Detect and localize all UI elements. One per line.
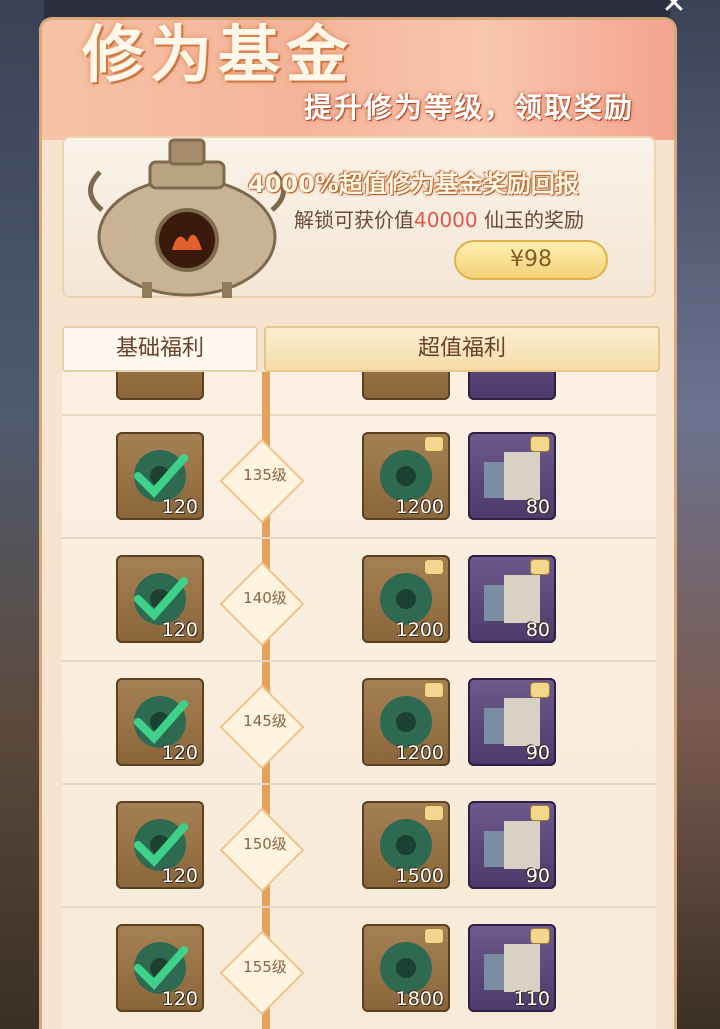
level-label: 155级 <box>243 958 287 976</box>
item-count: 90 <box>525 865 550 887</box>
item-count: 120 <box>161 988 198 1010</box>
lock-icon <box>530 928 550 944</box>
lock-icon <box>424 928 444 944</box>
premium-reward-slot[interactable]: 1200 <box>362 555 450 643</box>
checkmark-icon <box>134 700 188 744</box>
premium-reward-slot[interactable]: 1500 <box>362 801 450 889</box>
checkmark-icon <box>134 577 188 621</box>
lock-icon <box>530 682 550 698</box>
close-icon[interactable]: ✕ <box>654 0 694 19</box>
item-count: 120 <box>161 865 198 887</box>
list-item-partial <box>62 372 656 416</box>
item-count: 1200 <box>395 742 444 764</box>
item-count: 80 <box>525 496 550 518</box>
list-item: 120 155级 1800 110 <box>62 908 656 1029</box>
level-label: 145级 <box>243 712 287 730</box>
jade-item-icon <box>362 372 450 400</box>
item-count: 1500 <box>395 865 444 887</box>
level-label: 140级 <box>243 589 287 607</box>
checkmark-icon <box>134 823 188 867</box>
item-count: 120 <box>161 742 198 764</box>
lock-icon <box>424 682 444 698</box>
lock-icon <box>530 559 550 575</box>
list-item: 120 150级 1500 90 <box>62 785 656 908</box>
item-count: 1200 <box>395 496 444 518</box>
item-count: 1200 <box>395 619 444 641</box>
basic-reward-slot[interactable]: 120 <box>116 924 204 1012</box>
scroll-book-icon <box>468 372 556 400</box>
basic-reward-slot[interactable]: 120 <box>116 678 204 766</box>
item-count: 90 <box>525 742 550 764</box>
item-count: 80 <box>525 619 550 641</box>
lock-icon <box>424 805 444 821</box>
benefit-tabs: 基础福利 超值福利 <box>62 326 660 372</box>
banner-description: 解锁可获价值40000 仙玉的奖励 <box>294 208 584 232</box>
basic-reward-slot[interactable]: 120 <box>116 801 204 889</box>
item-count: 110 <box>513 988 550 1010</box>
background-left <box>0 0 44 1029</box>
checkmark-icon <box>134 946 188 990</box>
premium-reward-slot[interactable]: 1800 <box>362 924 450 1012</box>
basic-reward-slot[interactable]: 120 <box>116 432 204 520</box>
level-label: 150级 <box>243 835 287 853</box>
lock-icon <box>530 805 550 821</box>
item-count: 120 <box>161 496 198 518</box>
background-right <box>670 0 720 1029</box>
list-item: 120 135级 1200 80 <box>62 416 656 539</box>
lock-icon <box>424 559 444 575</box>
item-count: 120 <box>161 619 198 641</box>
lock-icon <box>530 436 550 452</box>
basic-reward-slot[interactable]: 120 <box>116 555 204 643</box>
premium-reward-slot[interactable]: 90 <box>468 801 556 889</box>
promo-banner: 4000%超值修为基金奖励回报 解锁可获价值40000 仙玉的奖励 ¥98 <box>62 136 656 298</box>
premium-reward-slot[interactable]: 1200 <box>362 432 450 520</box>
page-subtitle: 提升修为等级，领取奖励 <box>303 91 634 124</box>
lock-icon <box>424 436 444 452</box>
premium-reward-slot[interactable]: 90 <box>468 678 556 766</box>
reward-amount: 40000 <box>414 208 478 232</box>
jade-item-icon <box>116 372 204 400</box>
fund-panel: 修为基金 提升修为等级，领取奖励 4000%超值修为基金奖励回报 解锁可获价值4… <box>42 18 674 1029</box>
purchase-button[interactable]: ¥98 <box>454 240 608 280</box>
tab-premium-benefits[interactable]: 超值福利 <box>264 326 660 372</box>
premium-reward-slot[interactable]: 80 <box>468 555 556 643</box>
item-count: 1800 <box>395 988 444 1010</box>
banner-headline: 4000%超值修为基金奖励回报 <box>248 170 579 198</box>
incense-urn-icon <box>88 138 286 298</box>
panel-header: 修为基金 提升修为等级，领取奖励 <box>42 18 674 140</box>
list-item: 120 145级 1200 90 <box>62 662 656 785</box>
tab-basic-benefits[interactable]: 基础福利 <box>62 326 258 372</box>
page-title: 修为基金 <box>82 18 355 91</box>
checkmark-icon <box>134 454 188 498</box>
premium-reward-slot[interactable]: 110 <box>468 924 556 1012</box>
level-label: 135级 <box>243 466 287 484</box>
premium-reward-slot[interactable]: 1200 <box>362 678 450 766</box>
list-item: 120 140级 1200 80 <box>62 539 656 662</box>
reward-list[interactable]: 120 135级 1200 80 120 140级 1200 80 120 14… <box>62 372 656 1029</box>
premium-reward-slot[interactable]: 80 <box>468 432 556 520</box>
